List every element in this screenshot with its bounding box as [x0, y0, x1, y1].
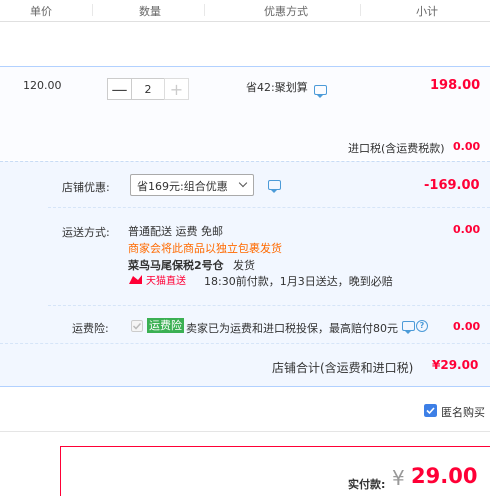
shipping-label: 运送方式:: [62, 226, 110, 239]
warehouse-suffix: 发货: [233, 259, 255, 272]
payment-label: 实付款:: [348, 478, 386, 491]
chat-icon[interactable]: [402, 321, 415, 334]
header-unit-price: 单价: [30, 5, 52, 18]
anonymous-checkbox[interactable]: [424, 404, 437, 417]
cart-table-header: 单价 数量 优惠方式 小计: [0, 0, 490, 22]
row-divider: [0, 343, 490, 344]
header-divider: [92, 4, 93, 16]
header-quantity: 数量: [139, 5, 161, 18]
decrease-quantity-button[interactable]: —: [107, 78, 132, 100]
shop-discount-select[interactable]: 省169元:组合优惠: [130, 174, 254, 196]
warehouse-name: 菜鸟马尾保税2号仓: [128, 259, 224, 272]
insurance-value: 0.00: [453, 320, 481, 333]
chat-icon[interactable]: [268, 180, 281, 193]
header-divider: [204, 4, 205, 16]
increase-quantity-button[interactable]: +: [164, 78, 189, 100]
delivery-promise: 18:30前付款，1月3日送达，晚到必赔: [204, 275, 393, 288]
shop-total-label: 店铺合计(含运费和进口税): [272, 361, 414, 375]
unit-price: 120.00: [23, 79, 62, 92]
insurance-description: 卖家已为运费和进口税投保，最高赔付80元: [186, 322, 398, 335]
chevron-down-icon: [238, 178, 248, 188]
shipping-value: 0.00: [453, 223, 481, 236]
row-divider: [48, 207, 490, 208]
shop-total-value: ¥29.00: [432, 358, 479, 372]
import-tax-value: 0.00: [453, 140, 481, 153]
header-discount: 优惠方式: [264, 5, 308, 18]
shop-discount-selected: 省169元:组合优惠: [137, 180, 228, 193]
order-item-row: 120.00 — 2 + 省42:聚划算 198.00 进口税(含运费税款) 0…: [0, 66, 490, 160]
shop-discount-label: 店铺优惠:: [62, 181, 110, 194]
insurance-checkbox[interactable]: [131, 320, 143, 332]
payment-amount: 29.00: [411, 464, 478, 488]
header-divider: [360, 4, 361, 16]
insurance-label: 运费险:: [72, 322, 109, 335]
header-subtotal: 小计: [416, 5, 438, 18]
help-icon[interactable]: ?: [416, 320, 428, 332]
item-subtotal: 198.00: [430, 78, 481, 93]
item-promo: 省42:聚划算: [246, 81, 308, 94]
shipping-note: 商家会将此商品以独立包裹发货: [128, 242, 282, 255]
shop-discount-value: -169.00: [424, 178, 480, 193]
shipping-method: 普通配送 运费 免邮: [128, 225, 223, 238]
anonymous-label[interactable]: 匿名购买: [441, 404, 485, 420]
quantity-input[interactable]: 2: [132, 78, 164, 100]
insurance-badge: 运费险: [147, 318, 184, 333]
tmall-direct-badge: 天猫直送: [129, 274, 186, 286]
import-tax-label: 进口税(含运费税款): [348, 142, 445, 155]
divider: [0, 431, 490, 432]
quantity-stepper: — 2 +: [107, 78, 189, 100]
tmall-badge-text: 天猫直送: [146, 274, 186, 286]
row-divider: [48, 305, 490, 306]
chat-icon[interactable]: [314, 85, 327, 98]
payment-currency: ¥: [392, 466, 405, 490]
